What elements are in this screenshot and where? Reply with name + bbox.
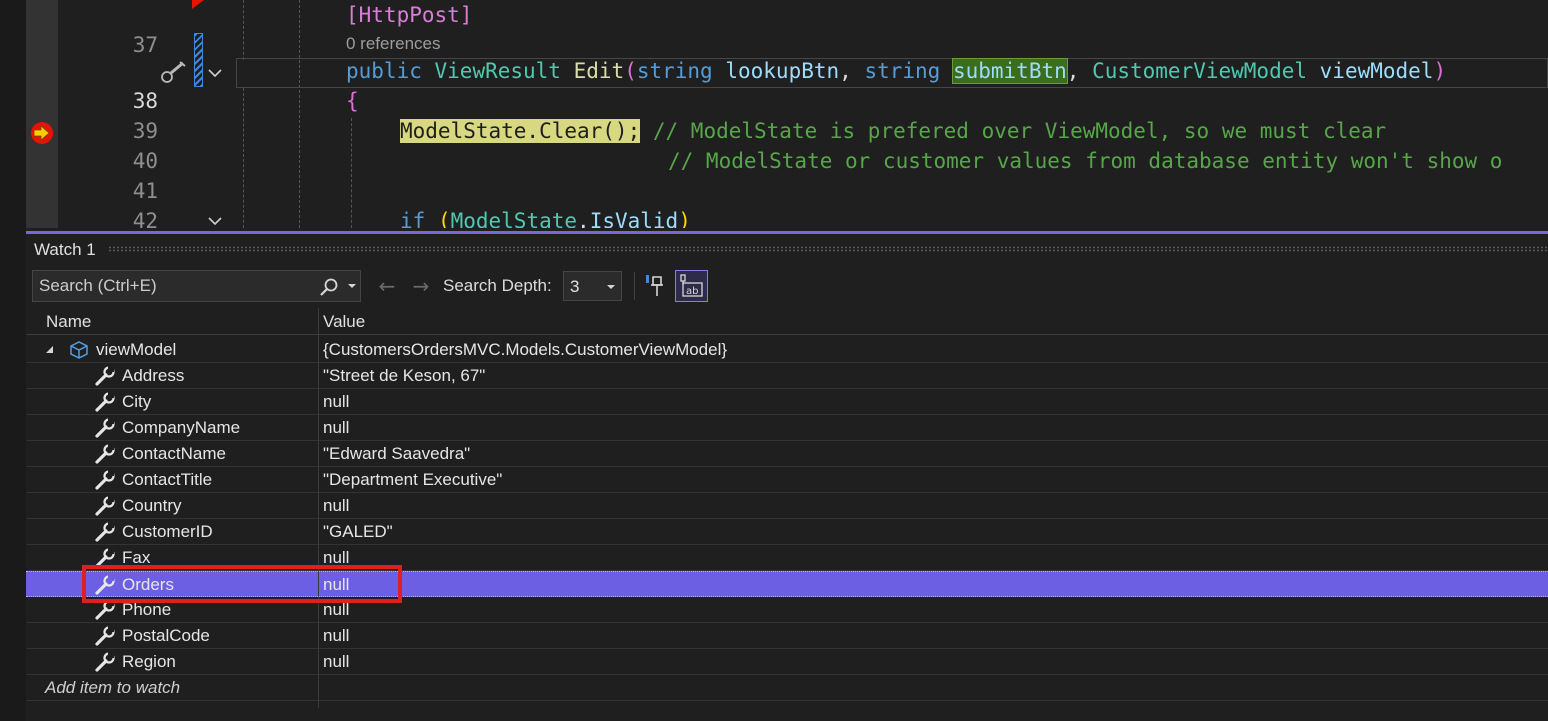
watch-item-name: viewModel [96,340,177,359]
chevron-down-icon [607,285,615,289]
title-grip[interactable] [108,246,1548,252]
open-brace: { [346,89,359,113]
text-format-icon: ab [680,274,703,297]
pin-icon[interactable] [642,272,670,300]
add-item-placeholder[interactable]: Add item to watch [45,675,180,700]
watch-row-city[interactable]: City null [26,389,1548,415]
watch-item-name: CustomerID [122,522,213,541]
watch-item-value: null [323,626,350,645]
watch-item-name: Address [122,366,185,385]
code-line[interactable]: 37 [HttpPost] [0,0,1548,57]
code-line[interactable]: 43 if (ModelState.IsValid) [0,206,1548,228]
watch-item-value: "Department Executive" [323,470,503,489]
watch-item-name: Country [122,496,182,515]
watch-toolbar: ← → Search Depth: 3 ab [30,268,730,304]
search-icon[interactable] [319,277,339,297]
current-statement: ModelState.Clear(); // ModelState is pre… [400,119,1387,143]
if-statement: if (ModelState.IsValid) [400,209,691,228]
grid-header: Name Value [26,308,1548,335]
watch-window-title[interactable]: Watch 1 [34,239,96,261]
code-line[interactable]: 41 // ModelState or customer values from… [0,146,1548,203]
watch-row-country[interactable]: Country null [26,493,1548,519]
svg-text:ab: ab [686,286,698,297]
watch-row-contactname[interactable]: ContactName "Edward Saavedra" [26,441,1548,467]
watch-row-address[interactable]: Address "Street de Keson, 67" [26,363,1548,389]
code-line[interactable]: 42 [0,176,1548,228]
highlighted-parameter: submitBtn [951,58,1068,84]
expand-collapse-icon[interactable] [46,346,54,354]
watch-accent-bar [26,231,1548,234]
wrench-icon [95,626,115,646]
add-item-row[interactable]: Add item to watch [26,675,1548,701]
watch-item-value: "GALED" [323,522,393,541]
column-header-value[interactable]: Value [323,310,365,334]
search-box[interactable] [32,270,361,302]
code-editor[interactable]: 37 [HttpPost] 0 references 38 public Vie… [0,0,1548,228]
search-depth-value: 3 [570,277,580,296]
column-separator[interactable] [318,308,319,708]
watch-row-postalcode[interactable]: PostalCode null [26,623,1548,649]
watch-grid: Name Value viewModel {CustomersOrdersMVC… [26,308,1548,708]
toolbar-separator [634,272,635,300]
watch-item-name: PostalCode [122,626,210,645]
search-input[interactable] [39,271,309,301]
watch-item-name: CompanyName [122,418,241,437]
back-arrow-icon[interactable]: ← [376,275,398,297]
codelens-references[interactable]: 0 references [346,32,441,56]
watch-row-customerid[interactable]: CustomerID "GALED" [26,519,1548,545]
watch-item-value: null [323,418,350,437]
comment-text: // ModelState or customer values from da… [668,149,1503,173]
watch-row-companyname[interactable]: CompanyName null [26,415,1548,441]
wrench-icon [95,444,115,464]
watch-item-name: City [122,392,152,411]
chevron-down-icon[interactable] [347,282,357,290]
watch-item-name: ContactTitle [122,470,213,489]
watch-row-contacttitle[interactable]: ContactTitle "Department Executive" [26,467,1548,493]
annotation-highlight-box [82,565,402,603]
wrench-icon [95,392,115,412]
code-line[interactable]: 38 public ViewResult Edit(string lookupB… [0,56,1548,113]
watch-item-value: null [323,652,350,671]
search-depth-select[interactable]: 3 [563,271,622,301]
object-icon [70,341,88,359]
wrench-icon [95,652,115,672]
watch-item-name: Region [122,652,176,671]
watch-item-value: null [323,392,350,411]
method-signature: public ViewResult Edit(string lookupBtn,… [346,58,1447,84]
wrench-icon [95,366,115,386]
wrench-icon [95,522,115,542]
wrench-icon [95,496,115,516]
code-line[interactable]: 39 { [0,86,1548,143]
watch-item-value: {CustomersOrdersMVC.Models.CustomerViewM… [323,340,728,359]
watch-item-value: "Street de Keson, 67" [323,366,486,385]
wrench-icon [95,418,115,438]
watch-row-region[interactable]: Region null [26,649,1548,675]
watch-item-value: "Edward Saavedra" [323,444,471,463]
hex-display-toggle-button[interactable]: ab [675,270,708,302]
watch-row-root[interactable]: viewModel {CustomersOrdersMVC.Models.Cus… [26,337,1548,363]
wrench-icon [95,470,115,490]
forward-arrow-icon[interactable]: → [410,275,432,297]
code-line[interactable]: 40 ModelState.Clear(); // ModelState is … [0,116,1548,173]
watch-item-value: null [323,496,350,515]
attribute-text: [HttpPost] [346,3,473,27]
column-header-name[interactable]: Name [46,310,91,334]
watch-item-name: ContactName [122,444,226,463]
wrench-icon [95,600,115,620]
search-depth-label: Search Depth: [443,276,552,295]
